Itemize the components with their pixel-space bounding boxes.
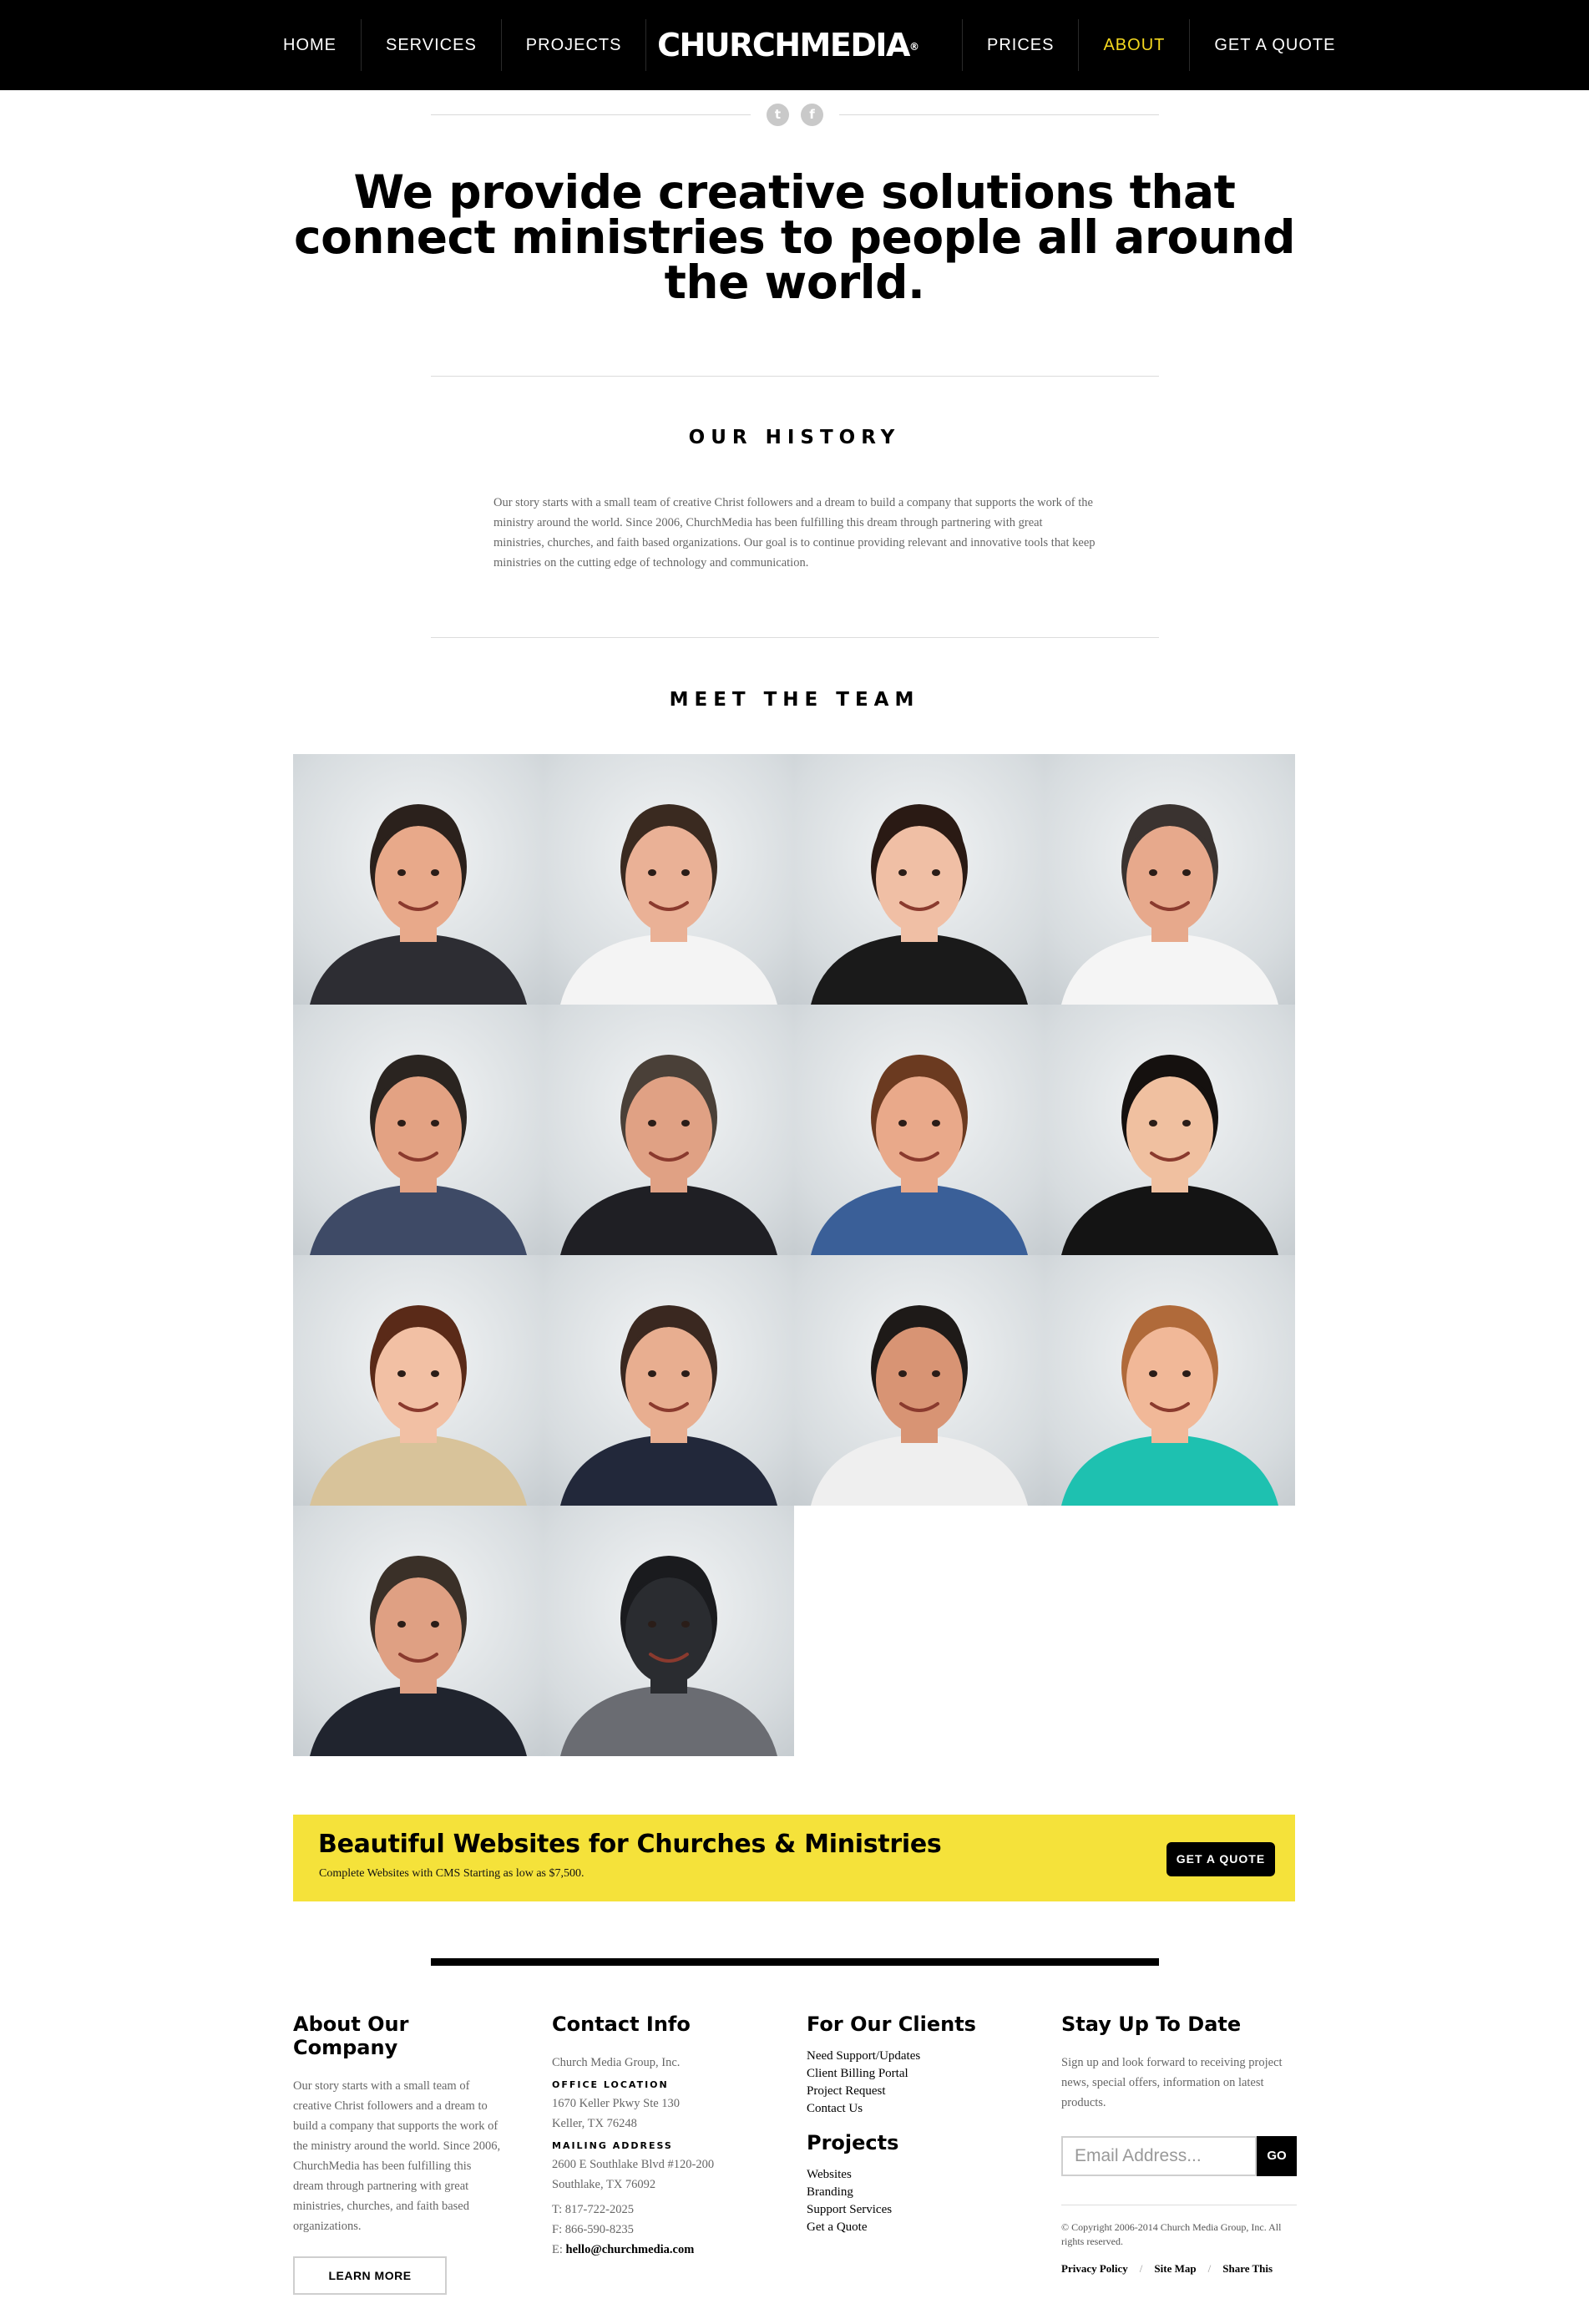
- share-divider-left: [431, 114, 751, 115]
- footer-contact-title: Contact Info: [552, 2013, 691, 2036]
- link-site-map[interactable]: Site Map: [1154, 2262, 1196, 2276]
- mailing-address-line2: Southlake, TX 76092: [552, 2178, 656, 2191]
- footer-projects-title: Projects: [807, 2131, 899, 2154]
- footer-divider: [431, 1958, 1159, 1966]
- twitter-icon[interactable]: t: [767, 104, 789, 126]
- link-websites[interactable]: Websites: [807, 2166, 1024, 2184]
- footer-newsletter-title: Stay Up To Date: [1061, 2013, 1242, 2036]
- portrait-image: [560, 1556, 777, 1756]
- footer-about-title: About Our Company: [293, 2013, 409, 2059]
- team-member-photo: [544, 1506, 794, 1756]
- newsletter-text: Sign up and look forward to receiving pr…: [1061, 2056, 1283, 2109]
- banner-get-quote-button[interactable]: GET A QUOTE: [1166, 1842, 1275, 1876]
- contact-email-row: E: hello@churchmedia.com: [552, 2240, 777, 2260]
- link-contact-us[interactable]: Contact Us: [807, 2100, 1024, 2118]
- contact-email-link[interactable]: hello@churchmedia.com: [566, 2243, 695, 2256]
- nav-get-a-quote[interactable]: GET A QUOTE: [1189, 19, 1359, 71]
- portrait-image: [310, 804, 527, 1005]
- team-member-photo: [794, 1005, 1045, 1255]
- link-privacy-policy[interactable]: Privacy Policy: [1061, 2262, 1128, 2276]
- portrait-image: [310, 1556, 527, 1756]
- team-member-photo: [1045, 754, 1295, 1005]
- portrait-image: [811, 804, 1028, 1005]
- portrait-image: [811, 1055, 1028, 1255]
- nav-home[interactable]: HOME: [259, 19, 361, 71]
- link-support-services[interactable]: Support Services: [807, 2201, 1024, 2219]
- portrait-image: [310, 1305, 527, 1506]
- legal-links: Privacy Policy / Site Map / Share This: [1061, 2262, 1297, 2276]
- portrait-image: [560, 1055, 777, 1255]
- link-get-a-quote[interactable]: Get a Quote: [807, 2219, 1024, 2236]
- link-need-support[interactable]: Need Support/Updates: [807, 2048, 1024, 2065]
- portrait-image: [1061, 804, 1278, 1005]
- site-header: HOME SERVICES PROJECTS CHURCHMEDIA® PRIC…: [0, 0, 1589, 90]
- link-client-billing[interactable]: Client Billing Portal: [807, 2065, 1024, 2083]
- section-divider: [431, 637, 1159, 638]
- team-member-photo: [544, 1255, 794, 1506]
- nav-right: PRICES ABOUT GET A QUOTE: [962, 0, 1360, 90]
- history-title: OUR HISTORY: [688, 427, 901, 448]
- team-member-photo: [794, 1255, 1045, 1506]
- team-member-photo: [293, 754, 544, 1005]
- portrait-image: [1061, 1055, 1278, 1255]
- section-divider: [431, 376, 1159, 377]
- banner-subtitle: Complete Websites with CMS Starting as l…: [319, 1867, 584, 1880]
- contact-email-prefix: E:: [552, 2243, 566, 2256]
- newsletter-form: GO: [1061, 2136, 1297, 2176]
- team-title: MEET THE TEAM: [669, 689, 920, 711]
- legal-separator: /: [1207, 2262, 1212, 2275]
- link-project-request[interactable]: Project Request: [807, 2083, 1024, 2100]
- team-member-photo: [293, 1005, 544, 1255]
- link-share-this[interactable]: Share This: [1222, 2262, 1273, 2276]
- portrait-image: [811, 1305, 1028, 1506]
- learn-more-button[interactable]: LEARN MORE: [293, 2256, 447, 2295]
- portrait-image: [310, 1055, 527, 1255]
- copyright: © Copyright 2006-2014 Church Media Group…: [1061, 2205, 1297, 2249]
- nav-left: HOME SERVICES PROJECTS: [259, 0, 647, 90]
- nav-about[interactable]: ABOUT: [1078, 19, 1189, 71]
- go-button[interactable]: GO: [1257, 2136, 1297, 2176]
- nav-prices[interactable]: PRICES: [962, 19, 1078, 71]
- team-member-photo: [544, 754, 794, 1005]
- team-member-photo: [544, 1005, 794, 1255]
- office-address-line2: Keller, TX 76248: [552, 2117, 637, 2130]
- team-member-photo: [794, 754, 1045, 1005]
- office-address-line1: 1670 Keller Pkwy Ste 130: [552, 2097, 681, 2110]
- logo-text: CHURCHMEDIA: [657, 27, 910, 63]
- team-member-photo: [1045, 1255, 1295, 1506]
- logo-registered-mark: ®: [908, 41, 919, 53]
- nav-projects[interactable]: PROJECTS: [500, 19, 647, 71]
- mailing-address-label: MAILING ADDRESS: [552, 2140, 673, 2151]
- hero-heading: We provide creative solutions that conne…: [294, 165, 1295, 309]
- team-member-photo: [293, 1255, 544, 1506]
- team-member-photo: [293, 1506, 544, 1756]
- footer-newsletter: Stay Up To Date Sign up and look forward…: [1061, 2013, 1297, 2276]
- site-logo[interactable]: CHURCHMEDIA®: [646, 28, 930, 62]
- mailing-address-line1: 2600 E Southlake Blvd #120-200: [552, 2158, 715, 2171]
- share-divider-right: [839, 114, 1159, 115]
- footer-clients: For Our Clients Need Support/Updates Cli…: [807, 2013, 1024, 2236]
- share-row: t f: [431, 102, 1159, 127]
- contact-company: Church Media Group, Inc.: [552, 2056, 681, 2069]
- facebook-icon[interactable]: f: [801, 104, 823, 126]
- footer-about-text: Our story starts with a small team of cr…: [293, 2079, 501, 2233]
- history-text: Our story starts with a small team of cr…: [493, 496, 1096, 570]
- link-branding[interactable]: Branding: [807, 2184, 1024, 2201]
- footer-clients-title: For Our Clients: [807, 2013, 976, 2036]
- promo-banner: Beautiful Websites for Churches & Minist…: [293, 1815, 1295, 1901]
- banner-title: Beautiful Websites for Churches & Minist…: [318, 1830, 942, 1859]
- footer-contact: Contact Info Church Media Group, Inc. OF…: [552, 2013, 777, 2260]
- portrait-image: [1061, 1305, 1278, 1506]
- portrait-image: [560, 804, 777, 1005]
- team-member-photo: [1045, 1005, 1295, 1255]
- office-location-label: OFFICE LOCATION: [552, 2079, 669, 2090]
- email-input[interactable]: [1061, 2136, 1257, 2176]
- contact-fax: F: 866-590-8235: [552, 2223, 634, 2236]
- footer-about: About Our Company Our story starts with …: [293, 2013, 502, 2295]
- team-grid: [293, 754, 1295, 1756]
- nav-services[interactable]: SERVICES: [361, 19, 501, 71]
- portrait-image: [560, 1305, 777, 1506]
- legal-separator: /: [1139, 2262, 1143, 2275]
- contact-phone: T: 817-722-2025: [552, 2203, 634, 2216]
